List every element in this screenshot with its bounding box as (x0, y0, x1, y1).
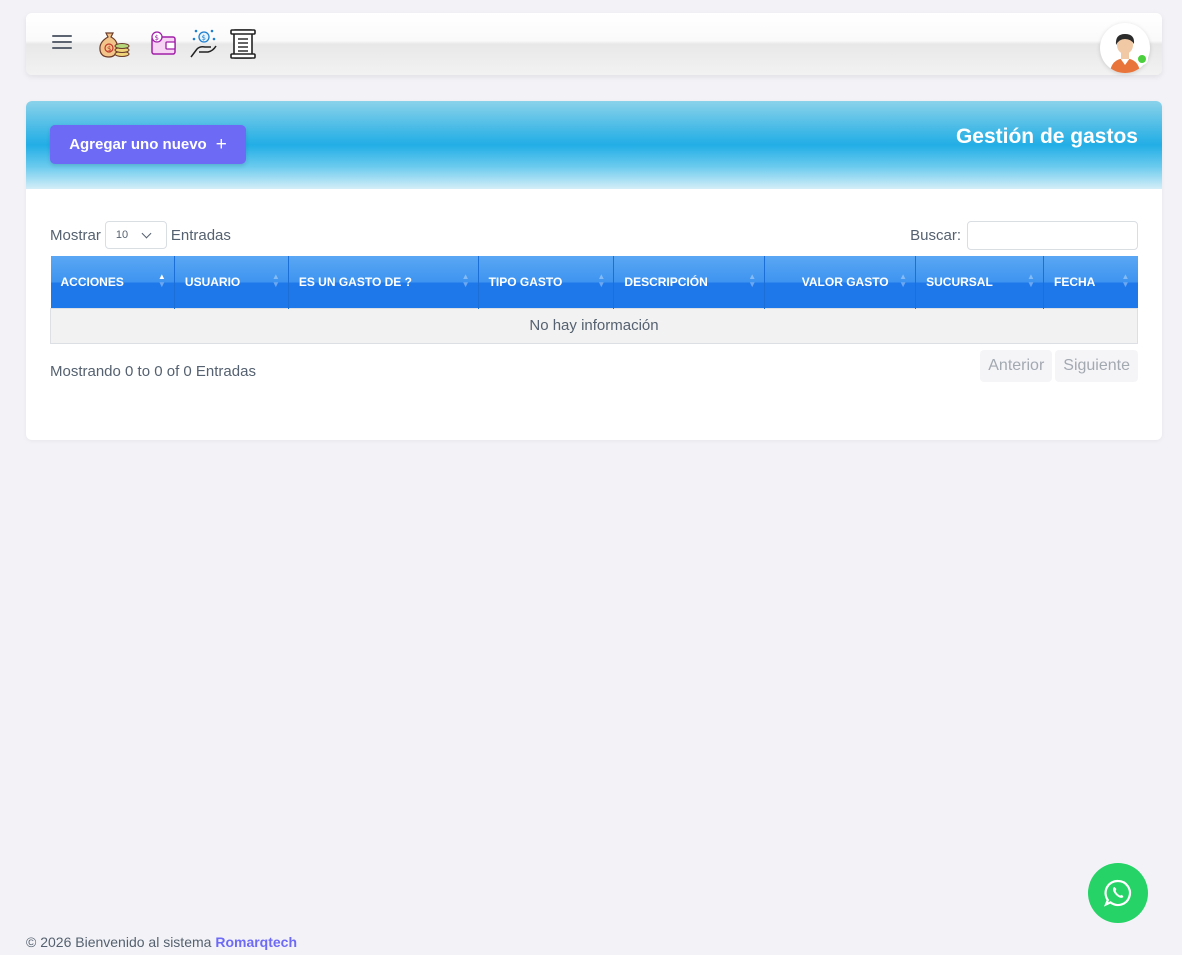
add-new-button[interactable]: Agregar uno nuevo + (50, 125, 246, 164)
whatsapp-button[interactable] (1088, 863, 1148, 923)
column-label: SUCURSAL (926, 274, 993, 289)
sort-icon: ▲ ▼ (1121, 272, 1130, 289)
hamburger-menu-icon[interactable] (52, 35, 72, 51)
length-label-after: Entradas (170, 226, 231, 244)
card-header: Agregar uno nuevo + Gestión de gastos (26, 101, 1162, 189)
top-navbar: $ $ $ (26, 13, 1162, 75)
svg-text:$: $ (155, 34, 159, 42)
table-row: No hay información (50, 307, 1138, 344)
expenses-card: Agregar uno nuevo + Gestión de gastos Mo… (26, 101, 1162, 440)
column-label: USUARIO (184, 274, 241, 289)
table-search: Buscar: (910, 221, 1138, 250)
length-label-before: Mostrar (50, 226, 101, 244)
table-info: Mostrando 0 to 0 of 0 Entradas (50, 363, 256, 380)
receipt-icon[interactable] (226, 27, 260, 61)
column-label: VALOR GASTO (801, 274, 889, 289)
next-page-button[interactable]: Siguiente (1055, 350, 1138, 382)
column-label: FECHA (1054, 274, 1096, 289)
sort-icon: ▲ ▼ (461, 272, 470, 289)
column-label: ES UN GASTO DE ? (298, 274, 412, 289)
wallet-icon[interactable]: $ (146, 27, 180, 61)
entries-length-control: Mostrar 10 Entradas (50, 221, 231, 249)
plus-icon: + (215, 134, 227, 155)
page-title: Gestión de gastos (955, 125, 1138, 148)
money-bag-coins-icon[interactable]: $ (98, 27, 132, 61)
add-new-button-label: Agregar uno nuevo (69, 136, 207, 153)
column-header-sucursal[interactable]: SUCURSAL ▲ ▼ (915, 256, 1045, 308)
search-input[interactable] (967, 221, 1138, 250)
footer-text: © 2026 Bienvenido al sistema (26, 934, 212, 950)
sort-icon: ▲ ▼ (597, 272, 606, 289)
hand-money-icon[interactable]: $ (186, 27, 220, 61)
column-header-tipo-gasto[interactable]: TIPO GASTO ▲ ▼ (478, 256, 615, 308)
search-label: Buscar: (910, 227, 961, 244)
table-header-row: ACCIONES ▲ ▼ USUARIO ▲ ▼ ES UN GASTO DE ? … (50, 256, 1138, 308)
column-label: ACCIONES (60, 274, 124, 289)
svg-text:$: $ (202, 34, 206, 42)
column-label: DESCRIPCIÓN (624, 274, 708, 289)
online-status-dot (1136, 53, 1148, 65)
user-avatar-icon[interactable] (1100, 23, 1150, 73)
entries-length-select[interactable]: 10 (104, 221, 167, 249)
previous-page-button[interactable]: Anterior (980, 350, 1053, 382)
column-header-usuario[interactable]: USUARIO ▲ ▼ (174, 256, 289, 308)
footer: © 2026 Bienvenido al sistema Romarqtech (26, 934, 297, 950)
column-header-es-un-gasto-de[interactable]: ES UN GASTO DE ? ▲ ▼ (288, 256, 479, 308)
svg-text:$: $ (107, 45, 111, 53)
column-header-acciones[interactable]: ACCIONES ▲ ▼ (50, 256, 175, 308)
sort-icon: ▲ ▼ (271, 272, 280, 289)
sort-icon: ▲ ▼ (748, 272, 757, 289)
footer-brand-link[interactable]: Romarqtech (215, 934, 297, 950)
sort-icon: ▲ ▼ (899, 272, 908, 289)
sort-icon: ▲ ▼ (1027, 272, 1035, 289)
column-header-valor-gasto[interactable]: VALOR GASTO ▲ ▼ (764, 256, 917, 308)
pagination: Anterior Siguiente (977, 350, 1138, 382)
whatsapp-icon (1103, 879, 1132, 907)
column-header-descripcion[interactable]: DESCRIPCIÓN ▲ ▼ (613, 256, 766, 308)
expenses-table: ACCIONES ▲ ▼ USUARIO ▲ ▼ ES UN GASTO DE ? … (50, 256, 1138, 344)
column-label: TIPO GASTO (488, 274, 563, 289)
sort-icon: ▲ ▼ (157, 272, 166, 289)
entries-length-value: 10 (115, 229, 129, 241)
column-header-fecha[interactable]: FECHA ▲ ▼ (1043, 256, 1138, 308)
empty-table-message: No hay información (50, 307, 1138, 344)
chevron-down-icon (141, 228, 152, 239)
